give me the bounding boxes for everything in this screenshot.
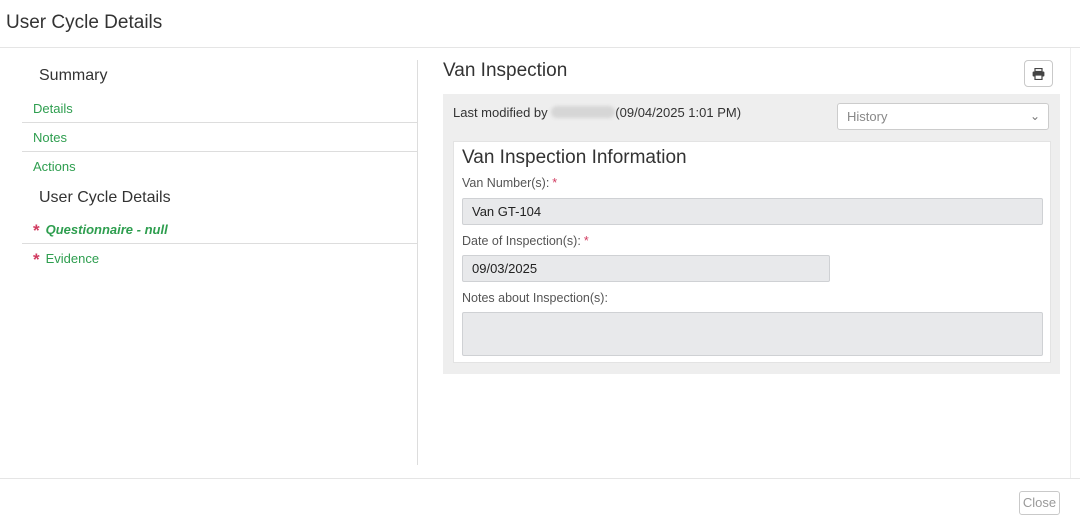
required-asterisk-icon: *	[33, 221, 40, 240]
sidebar-item-details[interactable]: Details	[22, 94, 417, 123]
van-number-label-text: Van Number(s):	[462, 176, 550, 190]
redacted-user-name	[551, 106, 616, 118]
sidebar-item-label: Questionnaire - null	[45, 222, 168, 237]
last-modified-prefix: Last modified by	[453, 105, 548, 120]
history-dropdown-value: History	[847, 109, 888, 124]
van-inspection-card: Van Inspection Information Van Number(s)…	[453, 141, 1051, 363]
modal-footer: Close	[0, 478, 1080, 525]
van-number-label: Van Number(s): *	[462, 176, 557, 190]
last-modified-info: Last modified by (09/04/2025 1:01 PM)	[453, 105, 741, 120]
close-button[interactable]: Close	[1019, 491, 1060, 515]
inspection-date-value: 09/03/2025	[472, 261, 538, 276]
chevron-down-icon: ⌄	[1029, 109, 1040, 123]
summary-heading: Summary	[39, 67, 108, 84]
inspection-date-label: Date of Inspection(s): *	[462, 234, 589, 248]
sidebar-item-evidence[interactable]: * Evidence	[22, 244, 417, 273]
van-number-value: Van GT-104	[472, 204, 542, 219]
required-asterisk-icon: *	[583, 234, 589, 248]
sidebar-item-label: Evidence	[45, 251, 100, 266]
sidebar: Summary Details Notes Actions User Cycle…	[22, 60, 418, 465]
printer-icon	[1032, 67, 1045, 80]
last-modified-timestamp: (09/04/2025 1:01 PM)	[615, 105, 742, 120]
sidebar-item-label: Details	[33, 101, 73, 116]
modal-header: User Cycle Details	[0, 0, 1080, 48]
sidebar-item-label: Actions	[33, 159, 76, 174]
notes-label: Notes about Inspection(s):	[462, 291, 608, 305]
sidebar-item-notes[interactable]: Notes	[22, 123, 417, 152]
required-asterisk-icon: *	[33, 250, 40, 269]
notes-textarea[interactable]	[462, 312, 1043, 356]
print-button[interactable]	[1024, 60, 1053, 87]
history-dropdown[interactable]: History ⌄	[837, 103, 1049, 130]
van-number-field[interactable]: Van GT-104	[462, 198, 1043, 225]
modal-title: User Cycle Details	[6, 12, 163, 33]
form-container: Last modified by (09/04/2025 1:01 PM) Hi…	[443, 94, 1060, 374]
inspection-date-field[interactable]: 09/03/2025	[462, 255, 830, 282]
panel-title: Van Inspection	[443, 60, 568, 81]
scrollbar-track[interactable]	[1070, 48, 1080, 478]
sidebar-item-questionnaire[interactable]: * Questionnaire - null	[22, 215, 417, 244]
required-asterisk-icon: *	[552, 176, 558, 190]
section-title: Van Inspection Information	[462, 147, 687, 168]
inspection-date-label-text: Date of Inspection(s):	[462, 234, 581, 248]
sidebar-item-actions[interactable]: Actions	[22, 152, 417, 181]
user-cycle-heading: User Cycle Details	[39, 189, 171, 206]
sidebar-item-label: Notes	[33, 130, 67, 145]
